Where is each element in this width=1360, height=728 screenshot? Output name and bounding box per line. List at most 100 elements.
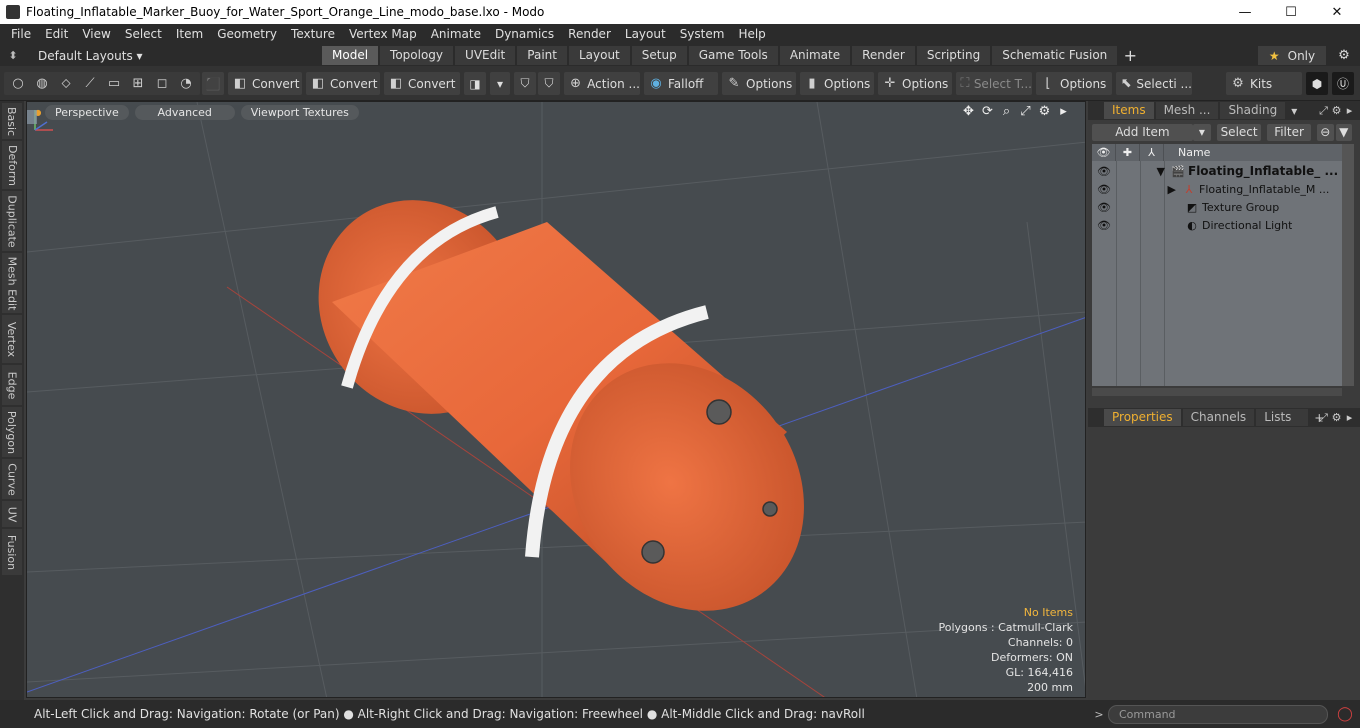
- tab-properties[interactable]: Properties: [1104, 409, 1181, 426]
- menu-item[interactable]: Item: [169, 24, 210, 45]
- name-column-header[interactable]: Name: [1164, 146, 1210, 159]
- only-button[interactable]: ★ Only: [1258, 46, 1326, 65]
- fit-view-icon[interactable]: ⤢: [1016, 104, 1035, 119]
- tab-lists[interactable]: Lists: [1256, 409, 1309, 426]
- layout-toggle-icon[interactable]: ⬍: [0, 45, 26, 66]
- funnel-icon[interactable]: ▼: [1335, 124, 1352, 141]
- select-button[interactable]: Select: [1217, 124, 1262, 141]
- tab-schematic-fusion[interactable]: Schematic Fusion: [992, 46, 1118, 65]
- vtab-basic[interactable]: Basic: [2, 103, 22, 139]
- menu-render[interactable]: Render: [561, 24, 618, 45]
- vtab-polygon[interactable]: Polygon: [2, 407, 22, 457]
- menu-view[interactable]: View: [75, 24, 117, 45]
- unreal-icon[interactable]: Ⓤ: [1332, 72, 1354, 95]
- falloff-button[interactable]: ◉ Falloff: [644, 72, 718, 95]
- expand-panel-icon[interactable]: ⤢: [1317, 101, 1330, 120]
- minimize-button[interactable]: —: [1222, 0, 1268, 24]
- panel-arrow-icon[interactable]: ▸: [1343, 408, 1356, 427]
- tab-model[interactable]: Model: [322, 46, 379, 65]
- tab-game-tools[interactable]: Game Tools: [688, 46, 778, 65]
- tab-setup[interactable]: Setup: [631, 46, 687, 65]
- convert-button-3[interactable]: ◧ Convert: [384, 72, 460, 95]
- tab-mesh[interactable]: Mesh ...: [1155, 102, 1219, 119]
- filter-button[interactable]: Filter: [1267, 124, 1312, 141]
- vtab-deform[interactable]: Deform: [2, 141, 22, 189]
- vtab-edge[interactable]: Edge: [2, 365, 22, 405]
- item-row-scene[interactable]: 👁 ▼ 🎬 Floating_Inflatable_ ...: [1092, 162, 1342, 180]
- options-button-1[interactable]: ✎ Options: [722, 72, 796, 95]
- advanced-button[interactable]: Advanced: [134, 104, 235, 120]
- vtab-vertex[interactable]: Vertex: [2, 315, 22, 363]
- eye-icon[interactable]: 👁: [1092, 165, 1116, 178]
- add-item-dropdown[interactable]: ▾: [1192, 124, 1212, 141]
- convert-button-1[interactable]: ◧ Convert: [228, 72, 302, 95]
- options-button-3[interactable]: ✛ Options: [878, 72, 952, 95]
- expand-arrow-icon[interactable]: ▼: [1116, 165, 1171, 178]
- eye-icon[interactable]: 👁: [1092, 219, 1116, 232]
- tab-uvedit[interactable]: UVEdit: [455, 46, 516, 65]
- maximize-button[interactable]: ☐: [1268, 0, 1314, 24]
- items-vertical-scrollbar[interactable]: [1342, 144, 1354, 386]
- cube-icon[interactable]: ⬛: [202, 72, 224, 95]
- item-type-column-icon[interactable]: ⅄: [1140, 144, 1164, 161]
- menu-layout[interactable]: Layout: [618, 24, 673, 45]
- material-icon[interactable]: ◻: [154, 76, 170, 92]
- viewport-expand-icon[interactable]: ▸: [1054, 104, 1073, 119]
- shield-icon[interactable]: ⛉: [514, 72, 536, 95]
- vtab-fusion[interactable]: Fusion: [2, 529, 22, 575]
- tab-layout[interactable]: Layout: [568, 46, 630, 65]
- gear-icon[interactable]: ⚙: [1334, 46, 1354, 65]
- convert-button-2[interactable]: ◧ Convert: [306, 72, 380, 95]
- items-horizontal-scrollbar[interactable]: [1092, 388, 1342, 396]
- tab-topology[interactable]: Topology: [380, 46, 454, 65]
- vtab-mesh-edit[interactable]: Mesh Edit: [2, 253, 22, 313]
- panel-gear-icon[interactable]: ⚙: [1330, 408, 1343, 427]
- eye-icon[interactable]: 👁: [1092, 201, 1116, 214]
- record-icon[interactable]: ◯: [1334, 705, 1356, 724]
- chevron-down-icon[interactable]: ▾: [1291, 104, 1297, 118]
- menu-edit[interactable]: Edit: [38, 24, 75, 45]
- panel-arrow-icon[interactable]: ▸: [1343, 101, 1356, 120]
- panel-gear-icon[interactable]: ⚙: [1330, 101, 1343, 120]
- 3d-viewport[interactable]: ● Perspective Advanced Viewport Textures…: [26, 101, 1086, 698]
- tab-scripting[interactable]: Scripting: [916, 46, 991, 65]
- viewport-gear-icon[interactable]: ⚙: [1035, 104, 1054, 119]
- tab-channels[interactable]: Channels: [1182, 409, 1255, 426]
- expand-arrow-icon[interactable]: ▶: [1116, 183, 1182, 196]
- tab-shading[interactable]: Shading: [1220, 102, 1286, 119]
- vtab-duplicate[interactable]: Duplicate: [2, 191, 22, 251]
- action-center-button[interactable]: ⊕ Action ...: [564, 72, 640, 95]
- collapse-icon[interactable]: ⊖: [1317, 124, 1334, 141]
- tab-animate[interactable]: Animate: [779, 46, 851, 65]
- eye-icon[interactable]: 👁: [1092, 183, 1116, 196]
- item-row-mesh[interactable]: 👁 ▶ ⅄ Floating_Inflatable_M ...: [1092, 180, 1342, 198]
- menu-geometry[interactable]: Geometry: [210, 24, 284, 45]
- vertex-icon[interactable]: ⬦: [58, 76, 74, 92]
- close-button[interactable]: ✕: [1314, 0, 1360, 24]
- globe-icon[interactable]: ◍: [34, 76, 50, 92]
- expand-panel-icon[interactable]: ⤢: [1317, 408, 1330, 427]
- item-icon[interactable]: ⊞: [130, 76, 146, 92]
- item-row-directional-light[interactable]: 👁 ◐ Directional Light: [1092, 216, 1342, 234]
- vtab-uv[interactable]: UV: [2, 501, 22, 527]
- tab-paint[interactable]: Paint: [517, 46, 567, 65]
- options-button-2[interactable]: ▮ Options: [800, 72, 874, 95]
- polygon-icon[interactable]: ▭: [106, 76, 122, 92]
- menu-dynamics[interactable]: Dynamics: [488, 24, 561, 45]
- vtab-curve[interactable]: Curve: [2, 459, 22, 499]
- menu-system[interactable]: System: [673, 24, 732, 45]
- zoom-view-icon[interactable]: ⌕: [997, 104, 1016, 119]
- menu-texture[interactable]: Texture: [284, 24, 342, 45]
- move-view-icon[interactable]: ✥: [959, 104, 978, 119]
- kits-button[interactable]: ⚙ Kits: [1226, 72, 1302, 95]
- lock-column-icon[interactable]: ✚: [1116, 144, 1140, 161]
- chevron-down-icon[interactable]: ▾: [490, 72, 510, 95]
- menu-help[interactable]: Help: [731, 24, 772, 45]
- rotate-view-icon[interactable]: ⟳: [978, 104, 997, 119]
- options-button-4[interactable]: ⌊ Options: [1036, 72, 1112, 95]
- pivot-icon[interactable]: ◔: [178, 76, 194, 92]
- menu-file[interactable]: File: [4, 24, 38, 45]
- item-row-texture-group[interactable]: 👁 ◩ Texture Group: [1092, 198, 1342, 216]
- select-through-button[interactable]: ⛶ Select T...: [956, 72, 1032, 95]
- default-layouts-dropdown[interactable]: Default Layouts ▾: [26, 49, 322, 63]
